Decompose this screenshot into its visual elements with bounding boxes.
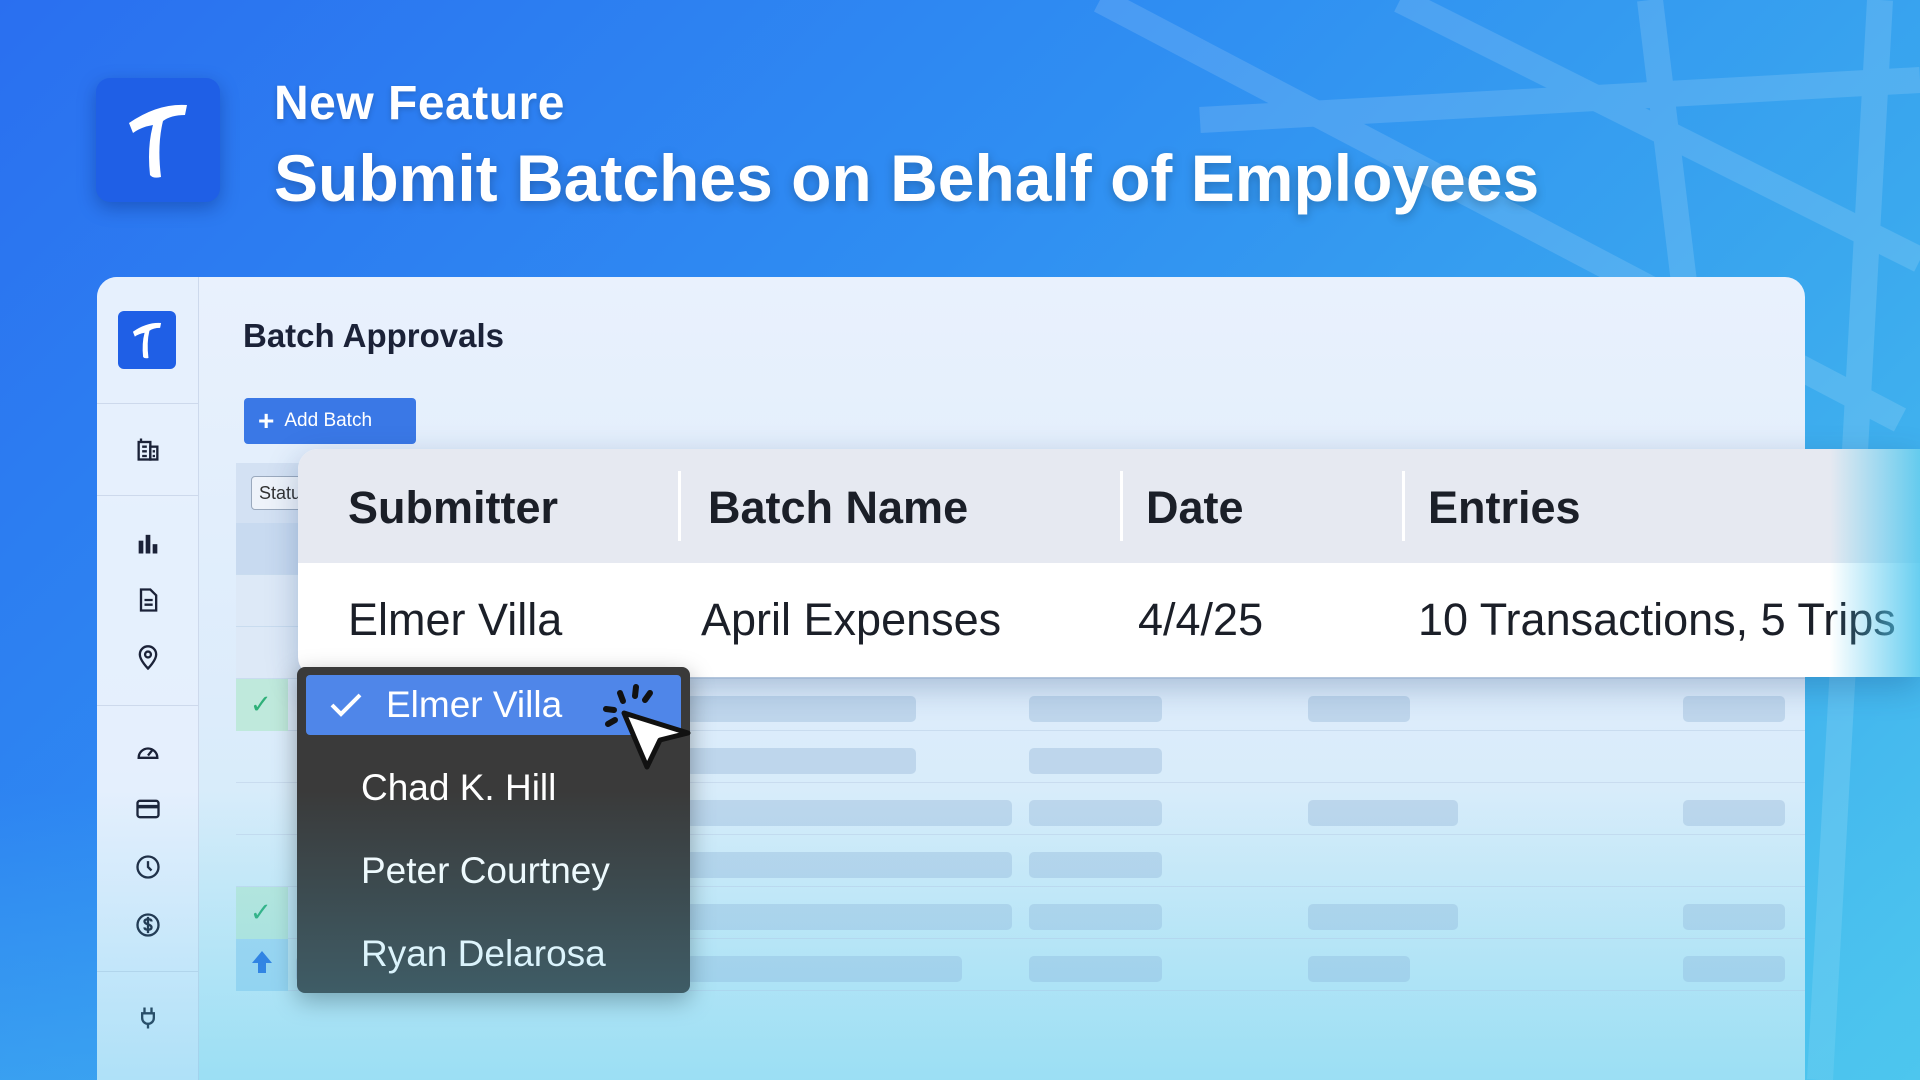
brand-t-logo-icon <box>132 322 162 359</box>
placeholder-bar <box>1029 904 1162 930</box>
cell-date: 4/4/25 <box>1138 594 1264 645</box>
placeholder-bar <box>1029 852 1162 878</box>
placeholder-bar <box>1683 956 1785 982</box>
brand-logo <box>96 78 220 202</box>
card-header: Submitter Batch Name Date Entries <box>298 449 1920 563</box>
dropdown-option[interactable]: Ryan Delarosa <box>306 924 681 984</box>
placeholder-bar <box>1308 800 1458 826</box>
placeholder-bar <box>1308 696 1410 722</box>
placeholder-bar <box>1308 956 1410 982</box>
placeholder-bar <box>1029 800 1162 826</box>
placeholder-bar <box>686 800 1012 826</box>
status-cell: ✓ <box>236 887 288 939</box>
dollar-icon[interactable] <box>133 910 163 940</box>
sidebar-divider <box>97 495 199 496</box>
upload-arrow-icon <box>252 951 272 973</box>
column-header-entries: Entries <box>1428 482 1581 533</box>
sidebar <box>97 277 199 1080</box>
plug-icon[interactable] <box>133 1003 163 1033</box>
sidebar-logo[interactable] <box>118 311 176 369</box>
placeholder-bar <box>686 696 916 722</box>
bar-chart-icon[interactable] <box>133 528 163 558</box>
check-icon: ✓ <box>250 897 272 927</box>
column-header-submitter: Submitter <box>348 482 559 533</box>
feature-headline: Submit Batches on Behalf of Employees <box>274 141 1540 215</box>
cell-submitter[interactable]: Elmer Villa <box>348 594 562 646</box>
placeholder-bar <box>1683 696 1785 722</box>
plus-icon: + <box>258 405 275 436</box>
speedometer-icon[interactable] <box>133 737 163 767</box>
dropdown-option[interactable]: Peter Courtney <box>306 841 681 901</box>
placeholder-bar <box>686 956 962 982</box>
placeholder-bar <box>686 748 916 774</box>
building-icon[interactable] <box>133 434 163 464</box>
placeholder-bar <box>1683 800 1785 826</box>
dropdown-option-label: Elmer Villa <box>386 684 563 725</box>
batch-detail-card: Submitter Batch Name Date Entries Elmer … <box>298 449 1920 677</box>
sidebar-divider <box>97 971 199 972</box>
location-pin-icon[interactable] <box>133 643 163 673</box>
placeholder-bar <box>1683 904 1785 930</box>
column-header-date: Date <box>1146 482 1244 533</box>
placeholder-bar <box>1308 904 1458 930</box>
add-batch-button[interactable]: + Add Batch <box>244 398 416 444</box>
placeholder-bar <box>686 904 1012 930</box>
sidebar-divider <box>97 705 199 706</box>
placeholder-bar <box>686 852 1012 878</box>
placeholder-bar <box>1029 748 1162 774</box>
brand-t-logo-icon <box>129 104 187 178</box>
placeholder-bar <box>1029 956 1162 982</box>
add-batch-label: Add Batch <box>284 410 373 431</box>
page-title: Batch Approvals <box>243 317 505 354</box>
column-divider <box>678 471 681 541</box>
cell-batch-name: April Expenses <box>701 594 1002 645</box>
column-divider <box>1402 471 1405 541</box>
cell-entries: 10 Transactions, 5 Trips <box>1418 594 1896 645</box>
status-cell: ✓ <box>236 679 288 731</box>
column-header-batch-name: Batch Name <box>708 482 969 533</box>
feature-eyebrow: New Feature <box>274 77 565 130</box>
column-divider <box>1120 471 1123 541</box>
check-icon: ✓ <box>250 689 272 719</box>
sidebar-divider <box>97 403 199 404</box>
credit-card-icon[interactable] <box>133 794 163 824</box>
placeholder-bar <box>1029 696 1162 722</box>
status-cell <box>236 939 288 991</box>
check-icon <box>306 692 386 718</box>
document-icon[interactable] <box>133 585 163 615</box>
mouse-cursor-click-icon <box>603 684 691 770</box>
clock-icon[interactable] <box>133 852 163 882</box>
